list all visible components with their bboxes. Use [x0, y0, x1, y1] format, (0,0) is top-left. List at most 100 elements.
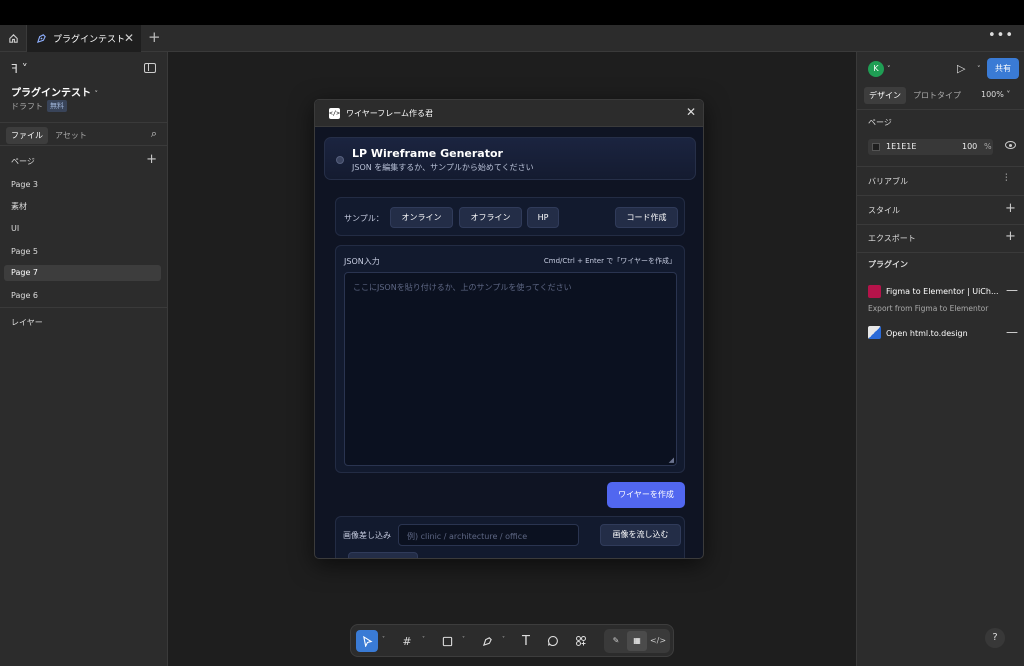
variables-label[interactable]: バリアブル — [868, 176, 908, 187]
json-label: JSON入力 — [344, 257, 380, 266]
page-section-label: ページ — [868, 118, 892, 127]
add-tab-icon[interactable]: + — [148, 28, 161, 46]
home-tab[interactable] — [0, 25, 27, 52]
dev-mode-icon[interactable]: </> — [648, 631, 668, 651]
square-icon — [442, 636, 452, 646]
plugin-window: </> ワイヤーフレーム作る君 ✕ LP Wireframe Generator… — [314, 99, 704, 559]
draft-label: ドラフト — [11, 101, 43, 111]
divider — [857, 224, 1024, 225]
html-to-design-icon — [868, 326, 881, 339]
draw-mode-icon[interactable]: ✎ — [606, 631, 626, 651]
plugins-label: プラグイン — [868, 260, 908, 269]
tab-title: プラグインテスト — [53, 35, 126, 45]
image-placeholder: 例) clinic / architecture / office — [407, 532, 528, 541]
file-tab[interactable]: プラグインテスト ✕ — [27, 25, 141, 52]
hero-card: LP Wireframe Generator JSON を編集するか、サンプルか… — [324, 137, 696, 180]
color-hex[interactable]: 1E1E1E — [886, 142, 916, 151]
comment-tool-icon[interactable] — [543, 630, 563, 652]
adjust-icon[interactable]: ⫶ — [1005, 173, 1008, 184]
more-icon[interactable]: ••• — [988, 28, 1014, 43]
divider — [857, 195, 1024, 196]
chevron-down-icon[interactable]: ˅ — [462, 636, 465, 643]
add-style-icon[interactable]: + — [1005, 201, 1016, 216]
divider — [0, 307, 167, 308]
left-sidebar: ꟻ ˅ プラグインテスト ˅ ドラフト 無料 ファイル アセット ⌕ ページ +… — [0, 52, 168, 666]
avatar[interactable]: K — [868, 61, 884, 77]
insert-image-button[interactable]: 画像を流し込む — [600, 524, 681, 546]
elementor-plugin-icon — [868, 285, 881, 298]
design-mode-icon[interactable]: ▦ — [627, 631, 647, 651]
export-label: エクスポート — [868, 234, 916, 243]
divider — [857, 109, 1024, 110]
page-item[interactable]: Page 3 — [4, 177, 161, 193]
plugin-window-header[interactable]: </> ワイヤーフレーム作る君 ✕ — [315, 100, 703, 127]
tab-design[interactable]: デザイン — [864, 87, 906, 104]
close-icon[interactable]: ✕ — [124, 31, 134, 45]
actions-tool-icon[interactable] — [570, 630, 592, 652]
eye-icon[interactable] — [1005, 141, 1016, 149]
image-label: 画像差し込み — [343, 531, 391, 540]
zoom-level[interactable]: 100% ˅ — [981, 90, 1010, 99]
styles-label: スタイル — [868, 206, 900, 215]
sample-offline-button[interactable]: オフライン — [459, 207, 522, 228]
share-button[interactable]: 共有 — [987, 58, 1019, 79]
chevron-down-icon[interactable]: ˅ — [977, 65, 981, 73]
divider — [857, 166, 1024, 167]
move-tool-icon[interactable] — [356, 630, 378, 652]
plugin-name[interactable]: Figma to Elementor | UiCh... — [886, 287, 999, 296]
search-icon[interactable]: ⌕ — [151, 127, 157, 141]
hero-subtitle: JSON を編集するか、サンプルから始めてください — [352, 163, 534, 172]
add-page-icon[interactable]: + — [146, 152, 157, 167]
sample-online-button[interactable]: オンライン — [390, 207, 453, 228]
plugin-title: ワイヤーフレーム作る君 — [346, 109, 434, 118]
resize-handle-icon[interactable]: ◢ — [669, 456, 674, 464]
json-textarea[interactable]: ここにJSONを貼り付けるか、上のサンプルを使ってください ◢ — [344, 272, 677, 466]
remove-plugin-icon[interactable]: — — [1006, 283, 1018, 297]
close-icon[interactable]: ✕ — [686, 105, 696, 119]
tab-file[interactable]: ファイル — [6, 127, 48, 144]
rectangle-tool-icon[interactable] — [437, 630, 457, 652]
generate-wireframe-button[interactable]: ワイヤーを作成 — [607, 482, 685, 508]
page-item-selected[interactable]: Page 7 — [4, 265, 161, 281]
page-item[interactable]: 素材 — [4, 199, 161, 215]
plugin-name[interactable]: Open html.to.design — [886, 329, 968, 338]
plan-badge: 無料 — [47, 100, 67, 112]
code-icon: </> — [329, 108, 340, 119]
cursor-icon — [362, 635, 373, 647]
page-item[interactable]: Page 6 — [4, 288, 161, 304]
sample-hp-button[interactable]: HP — [527, 207, 559, 228]
add-export-icon[interactable]: + — [1005, 229, 1016, 244]
background-color-field[interactable]: 1E1E1E 100 % — [868, 139, 993, 155]
present-play-icon[interactable]: ▷ — [957, 62, 965, 75]
code-create-button[interactable]: コード作成 — [615, 207, 678, 228]
left-tabs: ファイル アセット ⌕ — [0, 122, 167, 146]
layers-header: レイヤー — [11, 318, 43, 327]
page-item[interactable]: UI — [4, 221, 161, 237]
chevron-down-icon[interactable]: ˅ — [382, 636, 385, 643]
image-keyword-input[interactable]: 例) clinic / architecture / office — [398, 524, 579, 546]
opacity-value[interactable]: 100 — [962, 142, 977, 151]
color-swatch[interactable] — [872, 143, 880, 151]
chevron-down-icon[interactable]: ˅ — [887, 65, 891, 73]
help-button[interactable]: ? — [985, 628, 1005, 648]
pages-header: ページ — [11, 157, 35, 166]
chevron-down-icon[interactable]: ˅ — [502, 636, 505, 643]
percent-sign: % — [984, 142, 992, 151]
frame-tool-icon[interactable]: # — [397, 630, 417, 652]
figma-menu-icon[interactable]: ꟻ ˅ — [11, 62, 28, 76]
remove-plugin-icon[interactable]: — — [1006, 325, 1018, 339]
sample-card: サンプル： オンライン オフライン HP コード作成 — [335, 197, 685, 236]
components-icon — [576, 636, 586, 646]
page-item[interactable]: Page 5 — [4, 244, 161, 260]
file-subtitle: ドラフト 無料 — [11, 100, 67, 112]
pen-tool-icon[interactable] — [477, 630, 497, 652]
design-tabs: デザイン プロトタイプ 100% ˅ — [857, 85, 1024, 105]
tab-assets[interactable]: アセット — [50, 127, 92, 144]
chevron-down-icon[interactable]: ˅ — [422, 636, 425, 643]
cutoff-button[interactable] — [348, 552, 418, 558]
panel-toggle-icon[interactable] — [144, 63, 156, 73]
file-title[interactable]: プラグインテスト ˅ — [11, 84, 98, 99]
pen-icon — [482, 636, 492, 646]
tab-prototype[interactable]: プロトタイプ — [913, 90, 961, 101]
text-tool-icon[interactable]: T — [516, 630, 536, 652]
